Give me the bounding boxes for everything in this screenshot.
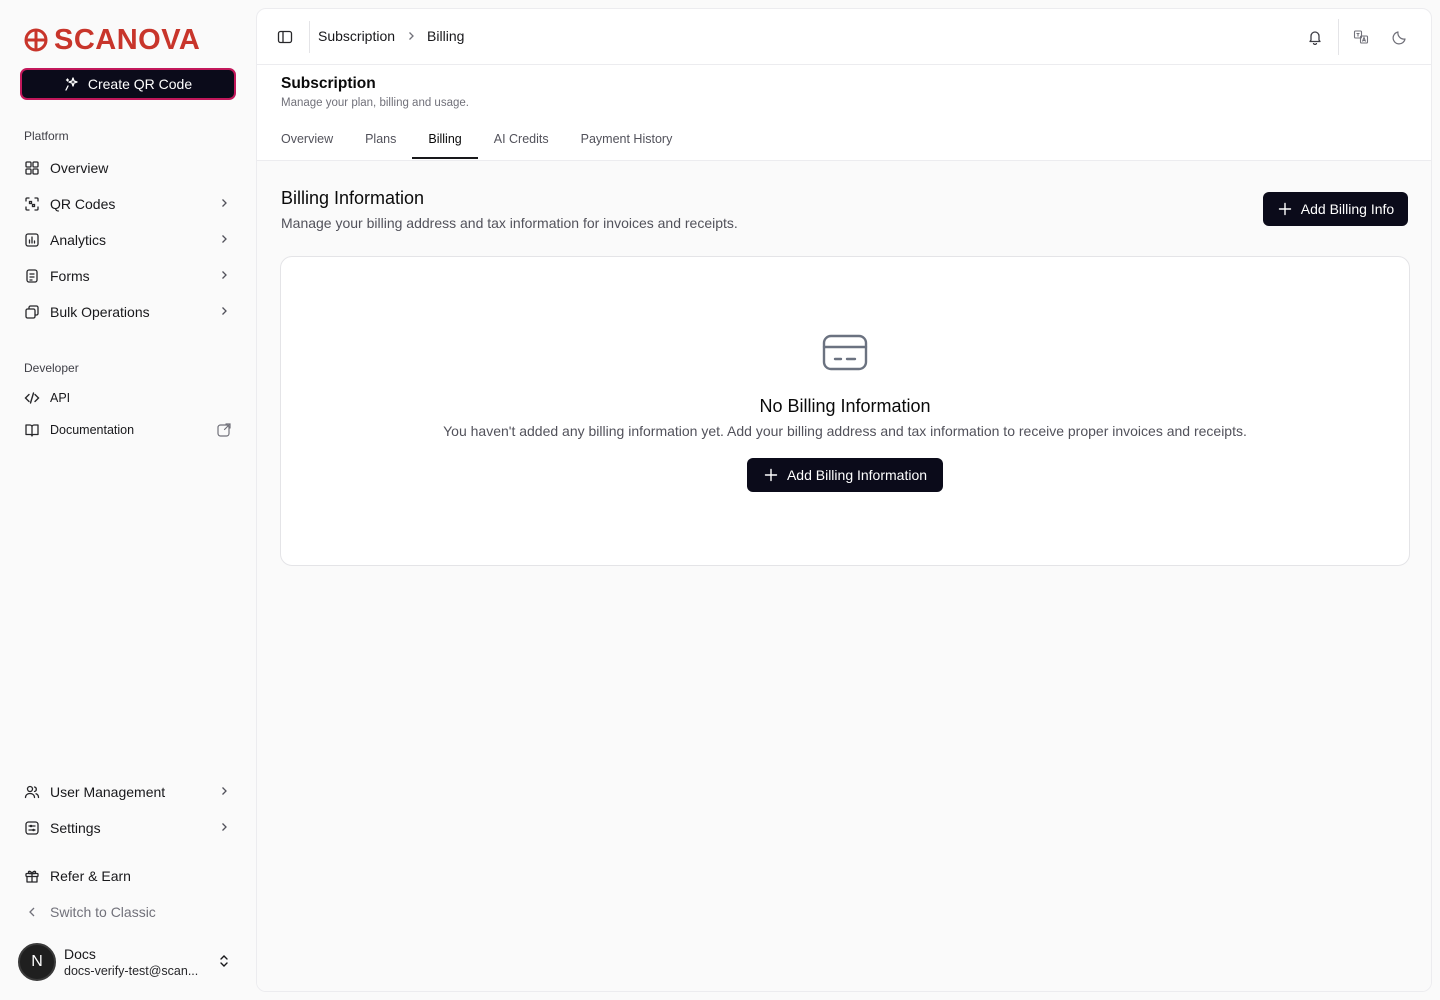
chevron-right-icon xyxy=(218,785,230,797)
brand-name: SCANOVA xyxy=(54,23,201,56)
layers-icon xyxy=(24,304,40,320)
users-icon xyxy=(24,784,40,800)
moon-icon[interactable] xyxy=(1392,29,1408,45)
sidebar-item-settings[interactable]: Settings xyxy=(16,812,240,844)
breadcrumb: Subscription Billing xyxy=(318,28,464,44)
sidebar-item-user-management[interactable]: User Management xyxy=(16,776,240,808)
empty-state-card: No Billing Information You haven't added… xyxy=(280,256,1410,566)
chevron-right-icon xyxy=(218,233,230,245)
tab-ai-credits[interactable]: AI Credits xyxy=(494,127,549,158)
page-title: Subscription xyxy=(281,75,376,92)
breadcrumb-billing: Billing xyxy=(427,28,465,44)
tab-plans[interactable]: Plans xyxy=(365,127,396,158)
refer-earn-label: Refer & Earn xyxy=(50,868,131,884)
sparkles-icon xyxy=(64,76,80,92)
credit-card-icon xyxy=(822,333,868,373)
user-menu[interactable]: N Docs docs-verify-test@scan... xyxy=(18,941,240,983)
scanova-logo-icon xyxy=(24,28,48,52)
empty-state-description: You haven't added any billing informatio… xyxy=(443,423,1247,439)
switch-to-classic-label: Switch to Classic xyxy=(50,904,156,920)
sidebar-toggle-icon[interactable] xyxy=(277,29,293,45)
breadcrumb-subscription[interactable]: Subscription xyxy=(318,28,395,44)
top-bar: Subscription Billing xyxy=(257,9,1431,65)
language-icon[interactable] xyxy=(1353,29,1369,45)
tab-payment-history[interactable]: Payment History xyxy=(581,127,673,158)
sidebar-item-label: Analytics xyxy=(50,232,107,248)
chevron-right-icon xyxy=(218,305,230,317)
chevron-left-icon xyxy=(24,904,40,920)
page-header: Subscription Manage your plan, billing a… xyxy=(257,65,1431,161)
code-icon xyxy=(24,390,40,406)
brand-logo[interactable]: SCANOVA xyxy=(24,23,201,56)
billing-section-title: Billing Information xyxy=(281,188,425,208)
external-link-icon xyxy=(216,422,232,438)
avatar: N xyxy=(18,943,56,981)
tab-billing[interactable]: Billing xyxy=(412,127,479,159)
user-name: Docs xyxy=(64,946,96,962)
chart-icon xyxy=(24,232,40,248)
empty-state-title: No Billing Information xyxy=(759,396,931,416)
main-panel: Subscription Billing Subscription Manage… xyxy=(256,8,1432,992)
plus-icon xyxy=(1277,201,1293,217)
create-qr-code-label: Create QR Code xyxy=(87,76,193,92)
sidebar-item-api[interactable]: API xyxy=(16,382,240,414)
platform-section-label: Platform xyxy=(24,129,69,143)
sidebar-item-label: Settings xyxy=(50,820,101,836)
sidebar-item-overview[interactable]: Overview xyxy=(16,152,240,184)
sidebar-item-documentation[interactable]: Documentation xyxy=(16,414,240,446)
sidebar-item-label: Forms xyxy=(50,268,90,284)
plus-icon xyxy=(763,467,779,483)
user-email: docs-verify-test@scan... xyxy=(64,964,199,978)
sidebar-item-label: QR Codes xyxy=(50,196,116,212)
sidebar-item-refer-earn[interactable]: Refer & Earn xyxy=(16,860,240,892)
sidebar-item-label: User Management xyxy=(50,784,166,800)
qr-scan-icon xyxy=(24,196,40,212)
sidebar-item-label: Bulk Operations xyxy=(50,304,150,320)
sidebar-item-label: API xyxy=(50,391,71,405)
add-billing-information-label: Add Billing Information xyxy=(786,467,928,483)
add-billing-info-label: Add Billing Info xyxy=(1300,201,1395,217)
chevron-right-icon xyxy=(218,269,230,281)
billing-section-description: Manage your billing address and tax info… xyxy=(281,215,738,231)
chevron-right-icon xyxy=(405,30,417,42)
sidebar-item-label: Documentation xyxy=(50,423,135,437)
sidebar-item-bulk-operations[interactable]: Bulk Operations xyxy=(16,296,240,328)
chevron-right-icon xyxy=(218,821,230,833)
switch-to-classic-link[interactable]: Switch to Classic xyxy=(16,896,240,928)
billing-content: Billing Information Manage your billing … xyxy=(257,161,1431,991)
gift-icon xyxy=(24,868,40,884)
sidebar-item-forms[interactable]: Forms xyxy=(16,260,240,292)
tab-bar: Overview Plans Billing AI Credits Paymen… xyxy=(281,127,704,159)
sidebar-item-analytics[interactable]: Analytics xyxy=(16,224,240,256)
book-icon xyxy=(24,422,40,438)
user-info: Docs docs-verify-test@scan... xyxy=(64,946,198,978)
chevron-up-down-icon xyxy=(216,953,232,969)
add-billing-info-button[interactable]: Add Billing Info xyxy=(1263,192,1408,226)
developer-section-label: Developer xyxy=(24,361,79,375)
topbar-right-divider xyxy=(1338,19,1339,55)
grid-icon xyxy=(24,160,40,176)
bell-icon[interactable] xyxy=(1307,29,1323,45)
topbar-divider xyxy=(309,21,310,53)
sidebar-item-qr-codes[interactable]: QR Codes xyxy=(16,188,240,220)
settings-icon xyxy=(24,820,40,836)
sidebar: SCANOVA Create QR Code Platform Overview… xyxy=(0,0,256,1000)
page-subtitle: Manage your plan, billing and usage. xyxy=(281,97,469,109)
sidebar-item-label: Overview xyxy=(50,160,109,176)
add-billing-information-button[interactable]: Add Billing Information xyxy=(747,458,943,492)
form-icon xyxy=(24,268,40,284)
tab-overview[interactable]: Overview xyxy=(281,127,333,158)
chevron-right-icon xyxy=(218,197,230,209)
create-qr-code-button[interactable]: Create QR Code xyxy=(20,68,236,100)
